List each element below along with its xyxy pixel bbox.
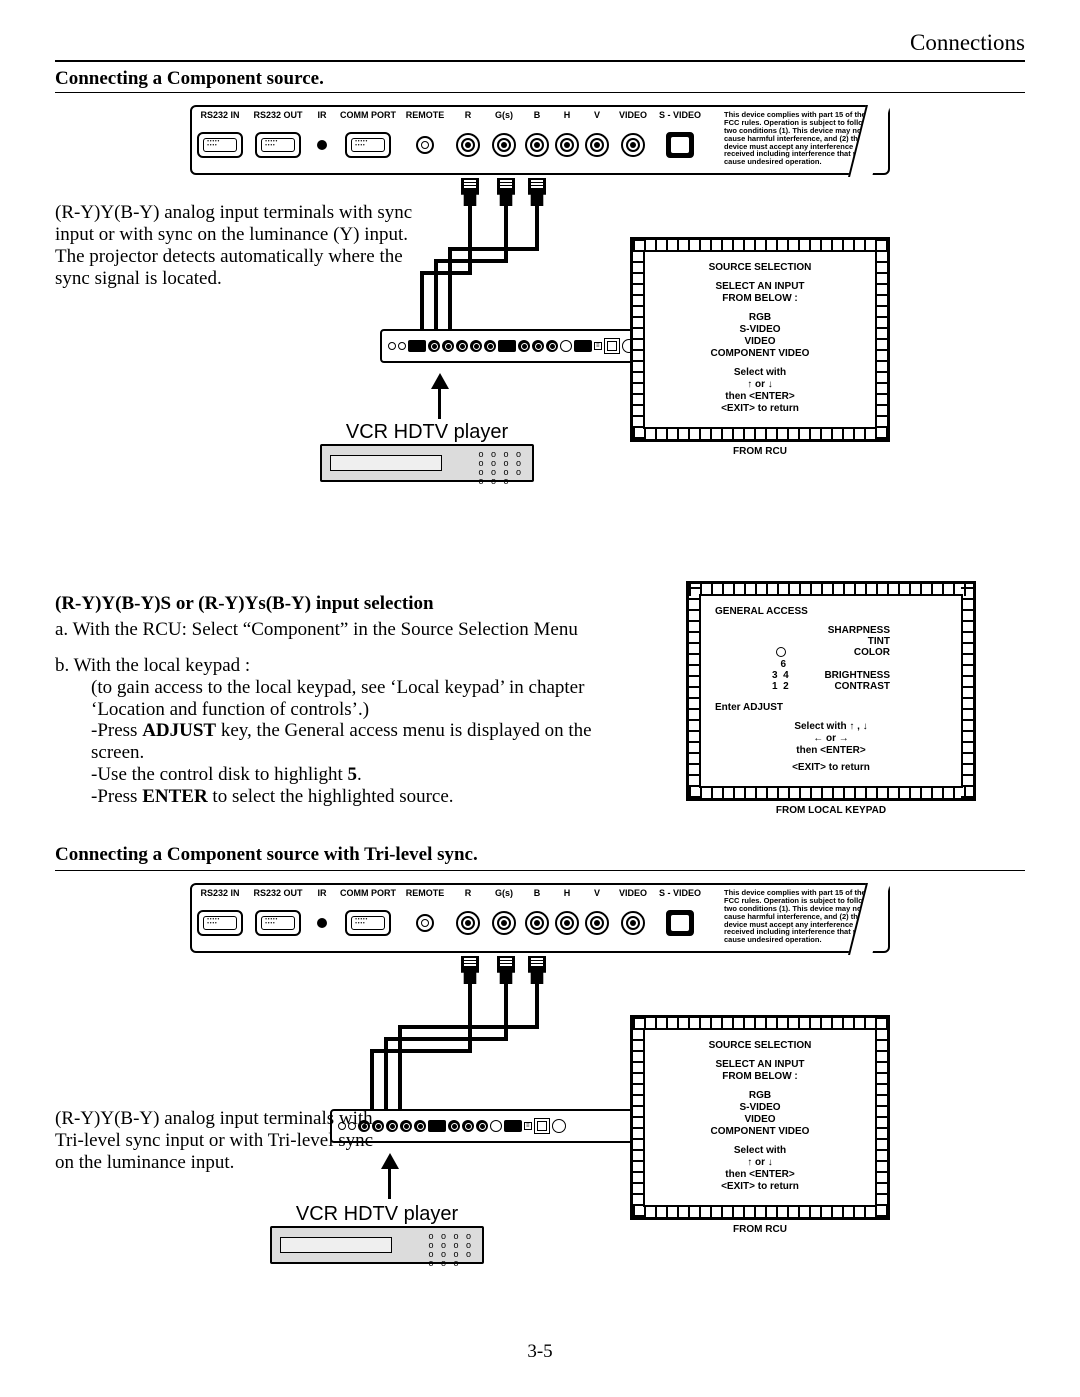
vcr-player-2: VCR HDTV player o o o o o o o o o o o o … — [270, 1203, 484, 1264]
label-remote: REMOTE — [400, 110, 450, 120]
port-rs232-in: ••••••••• — [197, 132, 243, 158]
port-r — [456, 133, 480, 157]
label-b: B — [522, 110, 552, 120]
port-rs232-out: ••••••••• — [255, 132, 301, 158]
port-v — [585, 133, 609, 157]
step-a: a. With the RCU: Select “Component” in t… — [55, 619, 607, 641]
pp-rs232-out — [574, 340, 592, 352]
label-rs232-out: RS232 OUT — [248, 110, 308, 120]
divider-thin-3 — [55, 870, 1025, 871]
header-section: Connections — [55, 30, 1025, 56]
cable-plug-r — [459, 177, 481, 206]
port-h — [555, 133, 579, 157]
section-1-title: Connecting a Component source. — [55, 68, 1025, 90]
description-3: (R-Y)Y(B-Y) analog input terminals with … — [55, 1108, 395, 1174]
osd-caption: FROM RCU — [630, 446, 890, 457]
step-b-intro: b. With the local keypad : — [55, 655, 607, 677]
label-svideo: S - VIDEO — [654, 110, 706, 120]
section-3-title: Connecting a Component source with Tri-l… — [55, 844, 1025, 866]
port-g — [492, 133, 516, 157]
step-b-4: -Press ENTER to select the highlighted s… — [55, 786, 607, 808]
diagram-2: RS232 IN RS232 OUT IR COMM PORT REMOTE R… — [190, 883, 890, 1313]
description-1: (R-Y)Y(B-Y) analog input terminals with … — [55, 202, 435, 289]
osd-general-access: GENERAL ACCESS SHARPNESS TINT 6COLOR 3 4… — [686, 581, 976, 816]
page-number: 3-5 — [55, 1341, 1025, 1363]
pp-rs232-in — [408, 340, 426, 352]
osd-source-selection-2: SOURCE SELECTION SELECT AN INPUT FROM BE… — [630, 1015, 890, 1235]
pp-badge: ≡ — [594, 342, 602, 350]
section-2: (R-Y)Y(B-Y)S or (R-Y)Ys(B-Y) input selec… — [55, 581, 1025, 816]
port-svideo — [666, 132, 694, 158]
arrow-up-icon — [431, 373, 449, 389]
label-ir: IR — [308, 110, 336, 120]
projector-back-panel: RS232 IN RS232 OUT IR COMM PORT REMOTE R… — [190, 105, 890, 175]
projector-back-panel-2: RS232 IN RS232 OUT IR COMM PORT REMOTE R… — [190, 883, 890, 953]
pp-passthrough — [498, 340, 516, 352]
vcr-player: VCR HDTV player o o o o o o o o o o o o … — [320, 421, 534, 482]
vcr-dots: o o o o o o o o o o o o o o o — [478, 450, 522, 486]
label-h: H — [552, 110, 582, 120]
label-v: V — [582, 110, 612, 120]
divider-thin-1 — [55, 92, 1025, 93]
osd-source-selection: SOURCE SELECTION SELECT AN INPUT FROM BE… — [630, 237, 890, 457]
label-gs: G(s) — [486, 110, 522, 120]
step-b-1: (to gain access to the local keypad, see… — [55, 677, 607, 721]
label-r: R — [450, 110, 486, 120]
step-b-2: -Press ADJUST key, the General access me… — [55, 720, 607, 764]
osd-ga-caption: FROM LOCAL KEYPAD — [686, 805, 976, 816]
vcr-label: VCR HDTV player — [346, 421, 508, 444]
port-remote — [416, 136, 434, 154]
step-b-3: -Use the control disk to highlight 5. — [55, 764, 607, 786]
label-comm-port: COMM PORT — [336, 110, 400, 120]
label-video: VIDEO — [612, 110, 654, 120]
label-rs232-in: RS232 IN — [192, 110, 248, 120]
ir-receiver-icon — [317, 140, 327, 150]
vcr-box-icon: o o o o o o o o o o o o o o o — [320, 444, 534, 482]
pp-switch-icon — [604, 338, 620, 354]
pp-screw-icon — [388, 342, 396, 350]
divider-top — [55, 60, 1025, 62]
diagram-1: RS232 IN RS232 OUT IR COMM PORT REMOTE R… — [190, 105, 890, 525]
section-2-title: (R-Y)Y(B-Y)S or (R-Y)Ys(B-Y) input selec… — [55, 593, 607, 615]
port-b — [525, 133, 549, 157]
cable-plug-g — [495, 177, 517, 206]
cable-plug-b — [526, 177, 548, 206]
port-video — [621, 133, 645, 157]
port-comm: ••••••••• — [345, 132, 391, 158]
